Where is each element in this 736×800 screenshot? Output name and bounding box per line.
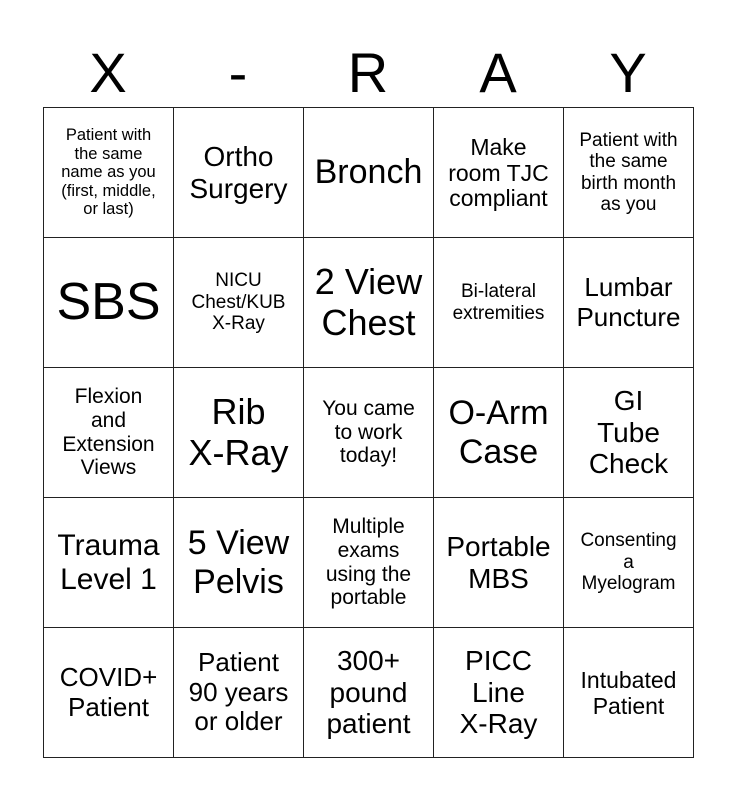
bingo-cell[interactable]: Multiple exams using the portable — [303, 497, 434, 628]
cell-label: Trauma Level 1 — [57, 528, 160, 596]
bingo-cell[interactable]: Patient 90 years or older — [173, 627, 304, 758]
bingo-cell[interactable]: Patient with the same birth month as you — [563, 107, 694, 238]
bingo-cell[interactable]: COVID+ Patient — [43, 627, 174, 758]
cell-label: Bronch — [314, 153, 423, 192]
cell-label: Multiple exams using the portable — [325, 515, 412, 610]
header-letter-dash: - — [228, 41, 248, 104]
cell-label: Portable MBS — [446, 530, 551, 594]
cell-label: 2 View Chest — [314, 260, 423, 343]
bingo-cell[interactable]: Bronch — [303, 107, 434, 238]
cell-label: Rib X-Ray — [188, 390, 289, 473]
cell-label: 300+ pound patient — [326, 645, 411, 740]
cell-label: GI Tube Check — [588, 385, 669, 480]
bingo-cell[interactable]: Trauma Level 1 — [43, 497, 174, 628]
bingo-cell[interactable]: Patient with the same name as you (first… — [43, 107, 174, 238]
cell-label: Lumbar Puncture — [576, 272, 681, 332]
cell-label: Ortho Surgery — [189, 140, 288, 204]
cell-label: Patient 90 years or older — [188, 647, 289, 737]
cell-label: You came to work today! — [322, 396, 415, 468]
bingo-cell[interactable]: Flexion and Extension Views — [43, 367, 174, 498]
cell-label: Intubated Patient — [580, 666, 677, 719]
bingo-cell[interactable]: Rib X-Ray — [173, 367, 304, 498]
bingo-cell[interactable]: Ortho Surgery — [173, 107, 304, 238]
bingo-cell[interactable]: Intubated Patient — [563, 627, 694, 758]
bingo-cell[interactable]: SBS — [43, 237, 174, 368]
cell-label: Make room TJC compliant — [448, 133, 549, 212]
cell-label: 5 View Pelvis — [187, 524, 290, 601]
bingo-row: Patient with the same name as you (first… — [43, 107, 694, 238]
bingo-cell[interactable]: 5 View Pelvis — [173, 497, 304, 628]
bingo-cell[interactable]: 2 View Chest — [303, 237, 434, 368]
bingo-cell[interactable]: Bi-lateral extremities — [433, 237, 564, 368]
bingo-cell[interactable]: Portable MBS — [433, 497, 564, 628]
cell-label: Patient with the same birth month as you — [579, 129, 678, 215]
cell-label: Bi-lateral extremities — [452, 281, 545, 324]
bingo-cell[interactable]: Make room TJC compliant — [433, 107, 564, 238]
header-letter-r: R — [347, 41, 389, 104]
bingo-row: SBS NICU Chest/KUB X-Ray 2 View Chest Bi… — [43, 237, 694, 368]
bingo-grid: Patient with the same name as you (first… — [43, 107, 694, 758]
bingo-header: X - R A Y — [43, 38, 693, 108]
header-letter-x: X — [89, 41, 127, 104]
bingo-cell[interactable]: PICC Line X-Ray — [433, 627, 564, 758]
bingo-cell[interactable]: 300+ pound patient — [303, 627, 434, 758]
cell-label: Patient with the same name as you (first… — [61, 125, 156, 219]
bingo-cell[interactable]: O-Arm Case — [433, 367, 564, 498]
cell-label: PICC Line X-Ray — [459, 645, 538, 740]
bingo-row: COVID+ Patient Patient 90 years or older… — [43, 627, 694, 758]
cell-label: Consenting a Myelogram — [580, 530, 677, 595]
header-letter-y: Y — [609, 41, 647, 104]
cell-label: O-Arm Case — [448, 394, 549, 471]
header-letter-a: A — [479, 41, 517, 104]
cell-label: Flexion and Extension Views — [62, 385, 155, 480]
cell-label: NICU Chest/KUB X-Ray — [191, 270, 286, 335]
bingo-row: Trauma Level 1 5 View Pelvis Multiple ex… — [43, 497, 694, 628]
bingo-cell[interactable]: GI Tube Check — [563, 367, 694, 498]
bingo-cell[interactable]: Consenting a Myelogram — [563, 497, 694, 628]
bingo-cell[interactable]: Lumbar Puncture — [563, 237, 694, 368]
cell-label: SBS — [56, 273, 161, 332]
bingo-cell[interactable]: NICU Chest/KUB X-Ray — [173, 237, 304, 368]
bingo-row: Flexion and Extension Views Rib X-Ray Yo… — [43, 367, 694, 498]
bingo-cell[interactable]: You came to work today! — [303, 367, 434, 498]
cell-label: COVID+ Patient — [59, 662, 158, 722]
